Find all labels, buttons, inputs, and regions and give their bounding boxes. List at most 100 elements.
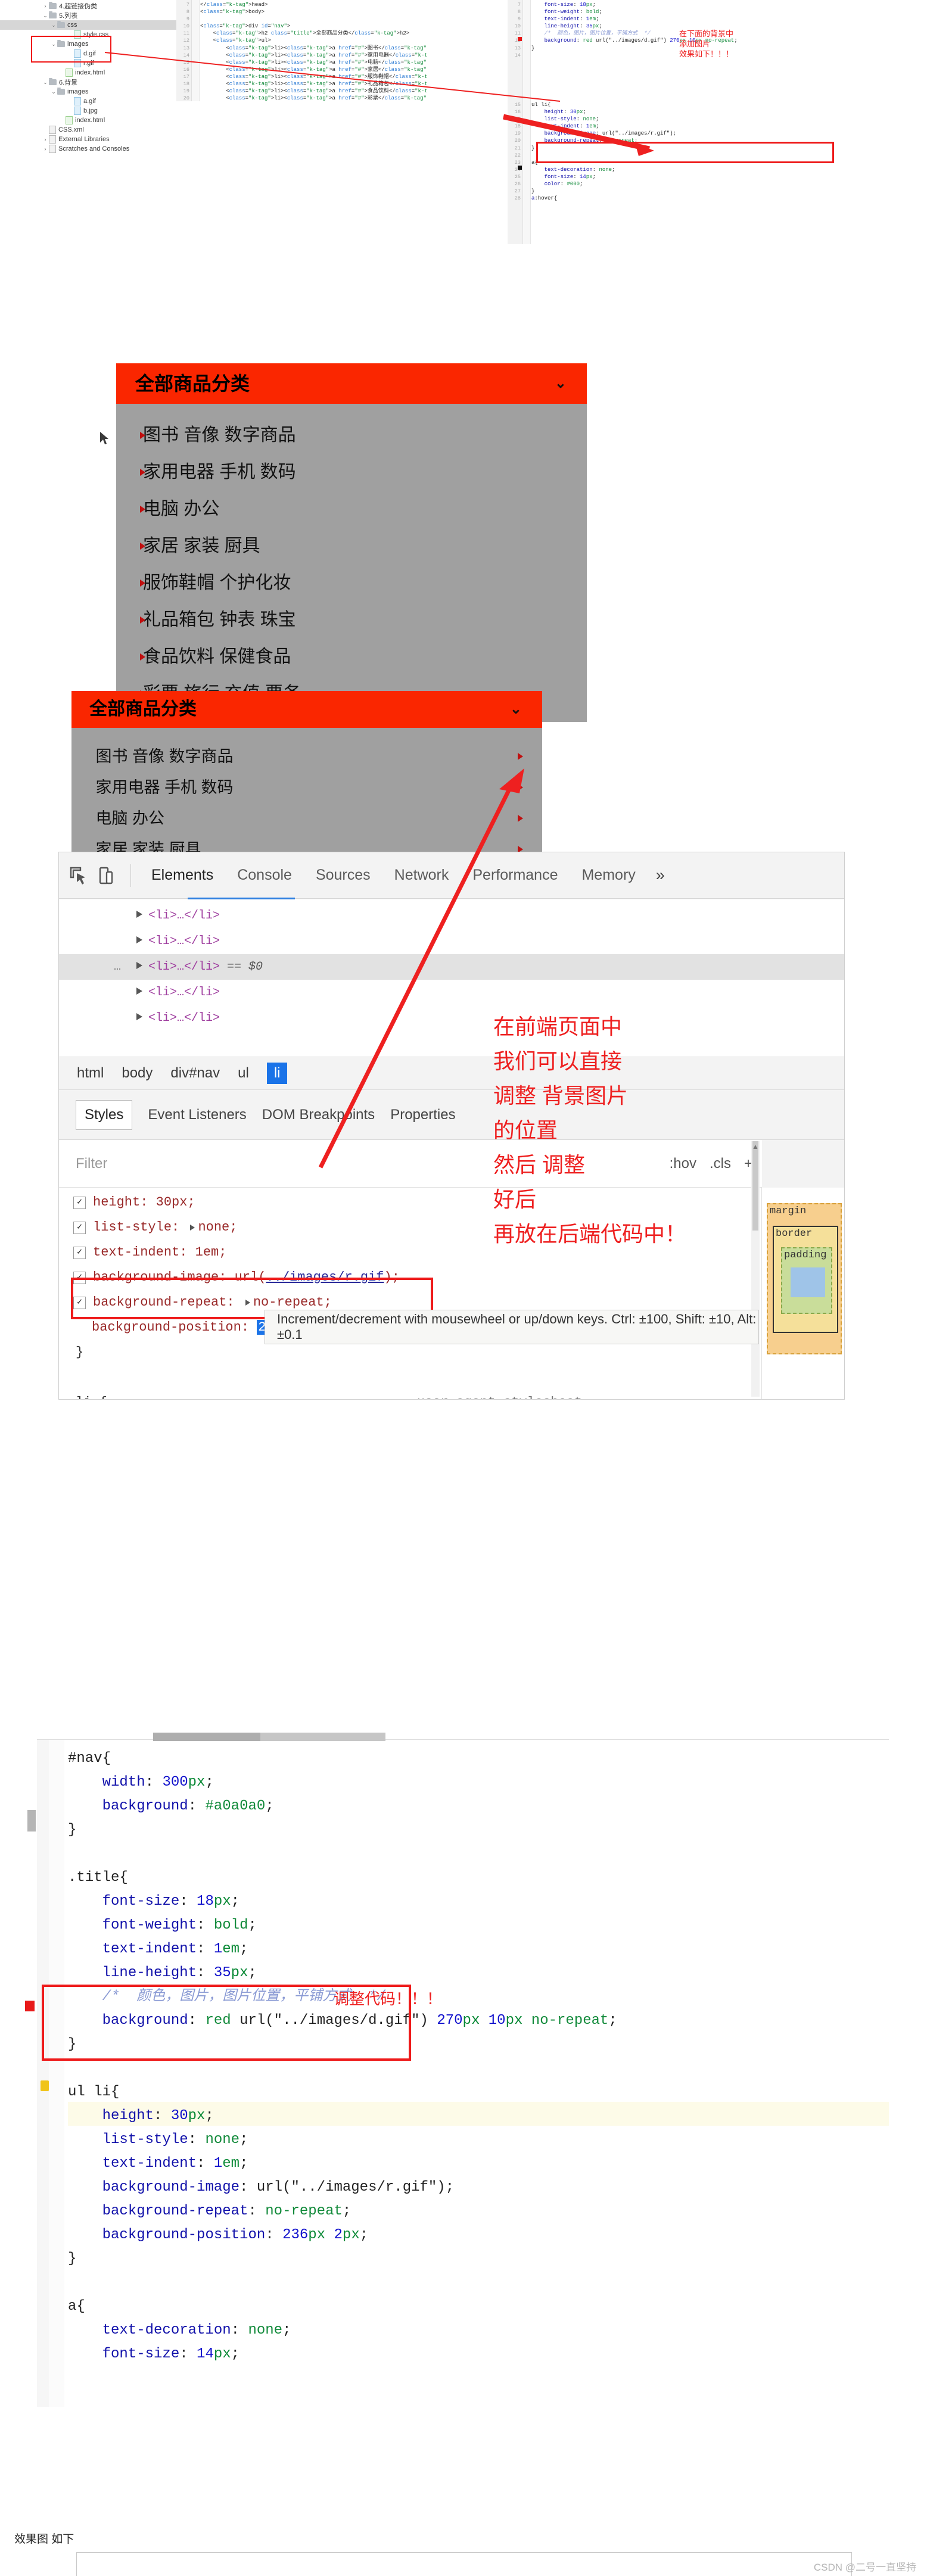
disclosure-triangle-icon[interactable]: ⌄ [42, 79, 49, 86]
html-fold-gutter[interactable] [192, 0, 200, 101]
declaration-value[interactable]: 1em; [195, 1240, 227, 1265]
dom-tree-view[interactable]: <li>…</li> <li>…</li>… <li>…</li> == $0 <li… [59, 899, 844, 1057]
nav-item-label[interactable]: 图书 音像 数字商品 [96, 747, 234, 765]
file-tree-row[interactable]: CSS.xml [0, 125, 179, 135]
nav-item-label[interactable]: 图书 音像 数字商品 [143, 425, 296, 445]
devtools-toolbar[interactable]: Elements Console Sources Network Performance… [59, 852, 844, 899]
html-source-code[interactable]: </class="k-tag">head> <class="k-tag">body… [200, 1, 427, 101]
node-menu-icon[interactable]: … [114, 954, 121, 980]
dom-node-row[interactable]: … <li>…</li> == $0 [59, 954, 844, 980]
code-line[interactable] [200, 15, 427, 23]
nav-item-label[interactable]: 电脑 办公 [143, 499, 219, 519]
devtools-tab-sources[interactable]: Sources [316, 867, 371, 884]
expand-triangle-icon[interactable] [136, 988, 142, 995]
file-tree-row[interactable]: ⌄ 6.背景 [0, 77, 179, 87]
declaration-property[interactable]: text-indent: [93, 1240, 195, 1265]
box-model-diagram[interactable]: margin border padding [761, 1188, 844, 1399]
code-line[interactable]: <class="k-tag">li><class="k-tag">a href=… [200, 95, 427, 101]
code-line[interactable]: <class="k-tag">body> [200, 8, 427, 15]
code-line[interactable]: } [531, 188, 927, 195]
code-line[interactable]: font-size: 14px; [531, 173, 927, 180]
horizontal-scrollbar-thumb[interactable] [153, 1733, 260, 1741]
code-line[interactable]: text-indent: 1em; [531, 15, 927, 23]
code-line[interactable]: <class="k-tag">li><class="k-tag">a href=… [200, 45, 427, 52]
css-fold-gutter[interactable] [523, 0, 531, 101]
expand-triangle-icon[interactable] [136, 936, 142, 943]
scroll-up-arrow-icon[interactable]: ▲ [751, 1142, 760, 1152]
devtools-tab-strip[interactable]: Elements Console Sources Network Performance… [139, 867, 648, 884]
file-tree-row[interactable]: › 4.超链接伪类 [0, 1, 179, 11]
expand-triangle-icon[interactable] [136, 1013, 142, 1020]
code-line[interactable]: background-image: url("../images/r.gif")… [68, 2176, 889, 2200]
nav-item-label[interactable]: 电脑 办公 [96, 809, 165, 827]
dom-node-text[interactable]: <li>…</li> [148, 1011, 220, 1025]
more-tabs-icon[interactable]: » [656, 866, 665, 884]
code-line[interactable]: color: #000; [531, 180, 927, 188]
disclosure-triangle-icon[interactable]: › [42, 3, 49, 9]
chevron-down-icon-2[interactable]: ⌄ [492, 691, 522, 728]
dom-node-text[interactable]: <li>…</li> [148, 935, 220, 948]
disclosure-triangle-icon[interactable]: › [42, 146, 49, 152]
code-line[interactable] [68, 2271, 889, 2295]
ua-rule-selector[interactable]: li {user agent stylesheet [73, 1390, 762, 1399]
expand-shorthand-icon[interactable] [190, 1225, 195, 1231]
declaration-value[interactable]: none; [187, 1215, 237, 1240]
declaration-checkbox[interactable]: ✓ [73, 1221, 86, 1234]
nav-category-list-2[interactable]: 图书 音像 数字商品 家用电器 手机 数码 电脑 办公 家居 家装 厨具 [71, 728, 542, 870]
file-tree-row[interactable]: a.gif [0, 96, 179, 106]
breadcrumb-item-html[interactable]: html [77, 1065, 104, 1082]
code-line[interactable]: <class="k-tag">li><class="k-tag">a href=… [200, 80, 427, 88]
dom-node-row[interactable]: <li>…</li> [59, 1005, 844, 1031]
nav-title-bar[interactable]: 全部商品分类 ⌄ [116, 363, 587, 404]
code-line[interactable]: a:hover{ [531, 195, 927, 202]
styles-tab-styles[interactable]: Styles [76, 1099, 133, 1130]
nav-list-item[interactable]: 家居 家装 厨具 [116, 528, 587, 565]
dom-node-row[interactable]: <li>…</li> [59, 929, 844, 954]
declaration-property[interactable]: height: [93, 1190, 156, 1215]
expand-triangle-icon[interactable] [136, 911, 142, 918]
nav-item-label[interactable]: 礼品箱包 钟表 珠宝 [143, 610, 296, 630]
breadcrumb-item-li[interactable]: li [266, 1063, 288, 1084]
code-line[interactable] [68, 1842, 889, 1866]
code-line[interactable]: text-indent: 1em; [68, 1938, 889, 1961]
code-line[interactable]: font-size: 18px; [68, 1890, 889, 1914]
code-line[interactable]: text-indent: 1em; [68, 2152, 889, 2176]
breadcrumb[interactable]: html body div#nav ul li [59, 1057, 844, 1090]
code-line[interactable]: height: 30px; [531, 108, 927, 116]
code-line[interactable]: <class="k-tag">ul> [200, 37, 427, 44]
declaration-value[interactable]: 30px; [156, 1190, 195, 1215]
nav-list-item[interactable]: 电脑 办公 [71, 803, 542, 834]
code-line[interactable]: background-position: 236px 2px; [68, 2223, 889, 2247]
code-line[interactable]: text-indent: 1em; [531, 123, 927, 130]
dom-node-row[interactable]: <li>…</li> [59, 903, 844, 929]
file-tree-row[interactable]: › External Libraries [0, 135, 179, 144]
breadcrumb-item-body[interactable]: body [122, 1065, 153, 1082]
code-line[interactable]: <class="k-tag">li><class="k-tag">a href=… [200, 52, 427, 59]
code-line[interactable]: } [68, 2247, 889, 2271]
disclosure-triangle-icon[interactable]: ⌄ [50, 89, 57, 95]
dom-node-text[interactable]: <li>…</li> [148, 986, 220, 999]
disclosure-triangle-icon[interactable]: ⌄ [50, 22, 57, 29]
code-line[interactable]: background: #a0a0a0; [68, 1795, 889, 1818]
styles-tab-event-listeners[interactable]: Event Listeners [148, 1107, 246, 1123]
dom-node-text[interactable]: <li>…</li> [148, 960, 220, 974]
devtools-tab-elements[interactable]: Elements [151, 867, 213, 884]
code-line[interactable]: text-decoration: none; [531, 166, 927, 173]
disclosure-triangle-icon[interactable]: ⌄ [42, 13, 49, 19]
nav-item-label[interactable]: 家用电器 手机 数码 [143, 462, 296, 482]
nav-list-item[interactable]: 家用电器 手机 数码 [71, 772, 542, 803]
code-line[interactable]: <class="k-tag">li><class="k-tag">a href=… [200, 59, 427, 66]
code-line[interactable]: height: 30px; [68, 2104, 889, 2128]
disclosure-triangle-icon[interactable]: › [42, 136, 49, 142]
code-line[interactable]: .title{ [68, 1866, 889, 1890]
nav-title-bar-2[interactable]: 全部商品分类 ⌄ [71, 691, 542, 728]
declaration-checkbox[interactable]: ✓ [73, 1246, 86, 1259]
code-line[interactable]: <class="k-tag">li><class="k-tag">a href=… [200, 88, 427, 95]
code-line[interactable]: </class="k-tag">head> [200, 1, 427, 8]
nav-list-item[interactable]: 家用电器 手机 数码 [116, 454, 587, 491]
chevron-down-icon[interactable]: ⌄ [536, 363, 567, 404]
styles-scrollbar[interactable] [751, 1141, 760, 1397]
file-tree-row[interactable]: index.html [0, 68, 179, 77]
file-tree-row[interactable]: ⌄ images [0, 87, 179, 96]
file-tree-row[interactable]: index.html [0, 116, 179, 125]
